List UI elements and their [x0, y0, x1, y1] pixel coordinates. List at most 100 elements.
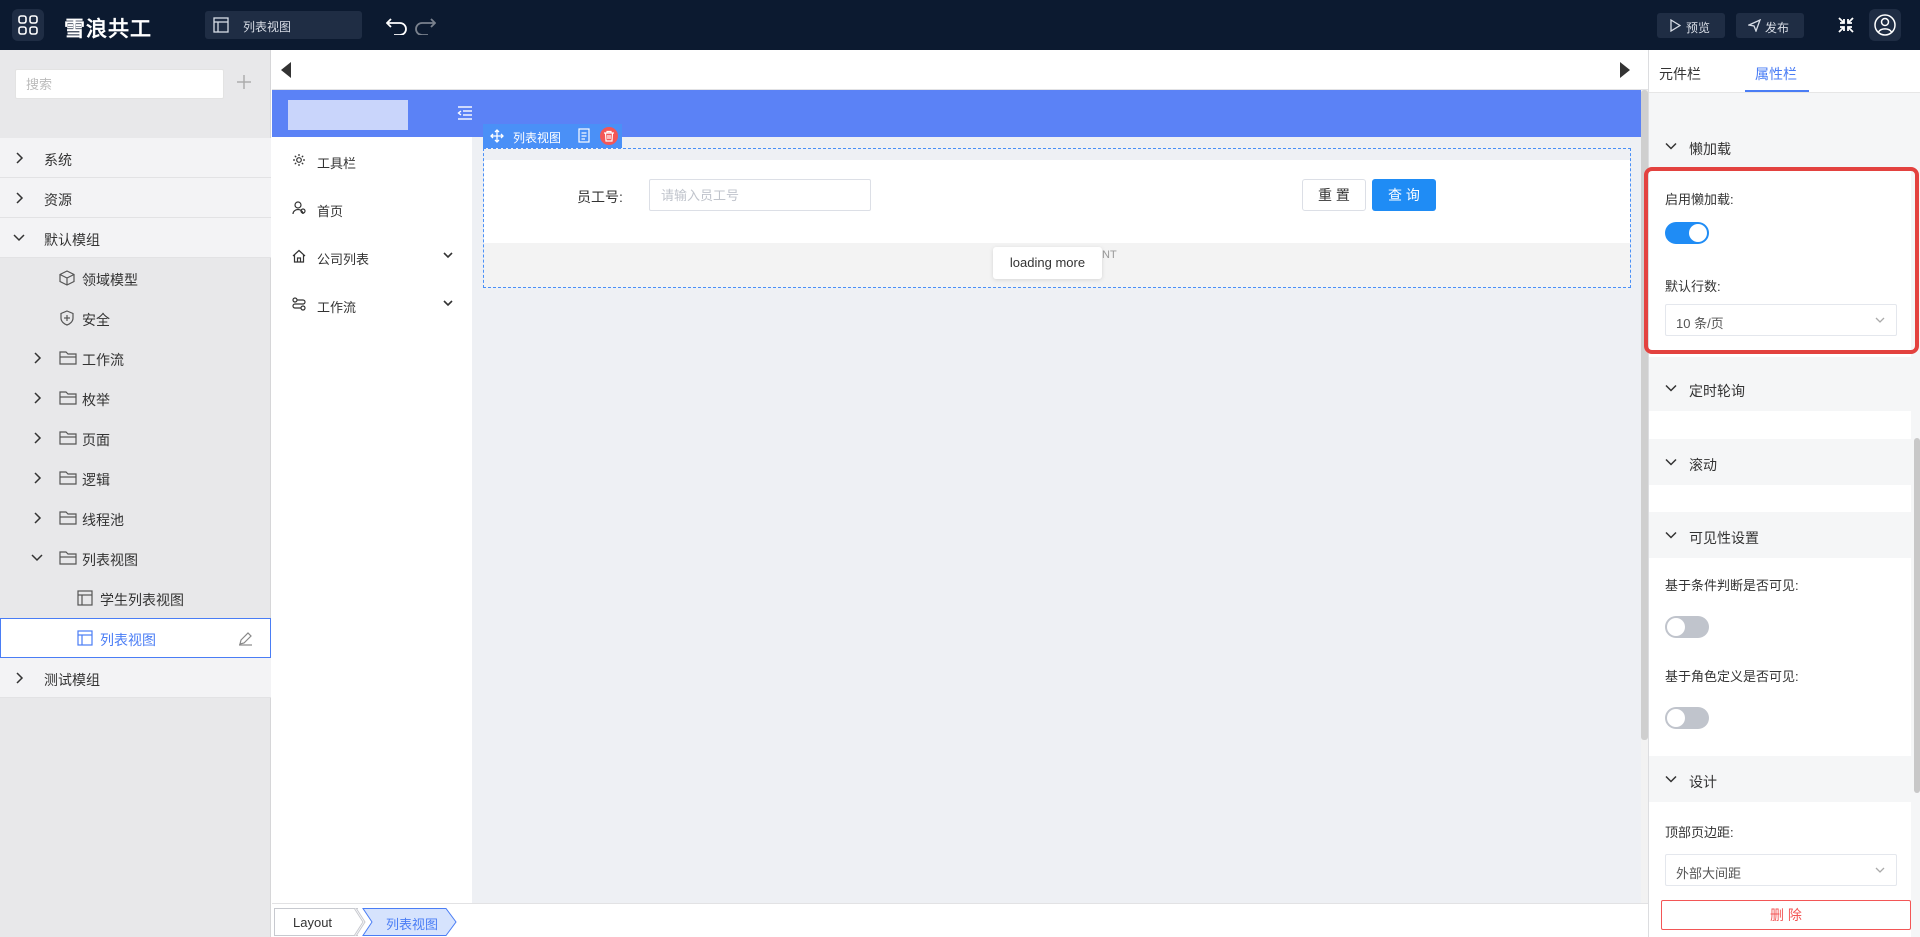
tree-item-student-list-view[interactable]: 学生列表视图: [0, 578, 271, 618]
folder-icon: [59, 351, 77, 365]
chevron-down-icon: [443, 252, 453, 259]
user-avatar-icon[interactable]: [1869, 9, 1901, 41]
top-margin-select[interactable]: 外部大间距: [1665, 854, 1897, 886]
tree-item-enum[interactable]: 枚举: [0, 378, 271, 418]
tree-item-label: 逻辑: [82, 472, 110, 488]
chevron-down-icon: [1665, 531, 1677, 539]
edit-icon[interactable]: [238, 631, 253, 646]
breadcrumb-item-layout[interactable]: Layout: [274, 908, 358, 936]
highlight-annotation: [1644, 167, 1919, 354]
section-title: 滚动: [1689, 457, 1717, 473]
module-tree: 系统 资源 默认模组 领域模型 安全 工作流 枚举 页面 逻辑 线程池 列表视图…: [0, 138, 271, 698]
section-scroll-header[interactable]: 滚动: [1649, 441, 1911, 485]
publish-button[interactable]: 发布: [1736, 13, 1804, 38]
chevron-right-icon: [34, 432, 42, 444]
tree-item-resources[interactable]: 资源: [0, 178, 271, 218]
delete-button[interactable]: 删 除: [1661, 900, 1911, 930]
nav-item-company-list[interactable]: 公司列表: [272, 233, 472, 281]
fullscreen-icon[interactable]: [1836, 15, 1856, 35]
chevron-right-icon: [34, 472, 42, 484]
tab-properties[interactable]: 属性栏: [1755, 64, 1797, 84]
delete-widget-icon[interactable]: [600, 127, 618, 145]
chevron-right-icon: [16, 192, 24, 204]
preview-label: 预览: [1686, 21, 1711, 35]
tree-item-thread-pool[interactable]: 线程池: [0, 498, 271, 538]
menu-fold-icon[interactable]: [457, 106, 473, 120]
user-group-icon: [292, 201, 306, 215]
top-bar: 雪浪共工 列表视图 预览 发布: [0, 0, 1920, 50]
document-tab[interactable]: 列表视图: [205, 11, 362, 39]
chevron-down-icon: [1665, 142, 1677, 150]
tree-item-domain-model[interactable]: 领域模型: [0, 258, 271, 298]
document-tab-label: 列表视图: [243, 20, 292, 34]
send-icon: [1748, 19, 1761, 32]
widget-name: 列表视图: [513, 131, 562, 145]
section-visibility-header[interactable]: 可见性设置: [1649, 514, 1911, 558]
tree-item-label: 默认模组: [44, 232, 100, 248]
tree-item-page[interactable]: 页面: [0, 418, 271, 458]
role-visible-toggle[interactable]: [1665, 707, 1709, 729]
folder-icon: [59, 431, 77, 445]
tree-item-default-module[interactable]: 默认模组: [0, 218, 271, 258]
selected-widget-outline[interactable]: [483, 148, 1631, 288]
design-body: 顶部页边距: 外部大间距: [1649, 802, 1911, 897]
nav-item-label: 公司列表: [317, 252, 370, 267]
chevron-down-icon: [1665, 775, 1677, 783]
tab-components[interactable]: 元件栏: [1659, 64, 1701, 84]
section-polling-header[interactable]: 定时轮询: [1649, 367, 1911, 411]
search-input[interactable]: [15, 69, 224, 99]
section-lazy-load-header[interactable]: 懒加载: [1649, 125, 1911, 169]
toggle-knob: [1667, 709, 1685, 727]
folder-icon: [59, 511, 77, 525]
breadcrumb-label: Layout: [293, 915, 333, 930]
tree-item-workflow[interactable]: 工作流: [0, 338, 271, 378]
tree-item-label: 测试模组: [44, 672, 100, 688]
breadcrumb: Layout 列表视图: [272, 903, 1648, 937]
shield-icon: [60, 310, 74, 326]
preview-button[interactable]: 预览: [1657, 13, 1725, 38]
tree-item-list-view-folder[interactable]: 列表视图: [0, 538, 271, 578]
section-design-header[interactable]: 设计: [1649, 758, 1911, 802]
redo-icon[interactable]: [414, 15, 436, 35]
nav-item-toolbar[interactable]: 工具栏: [272, 137, 472, 185]
tree-item-list-view[interactable]: 列表视图: [0, 618, 271, 658]
nav-item-home[interactable]: 首页: [272, 185, 472, 233]
tree-item-label: 安全: [82, 312, 110, 328]
property-panel-scrollbar[interactable]: [1914, 438, 1920, 793]
nav-item-label: 工作流: [317, 300, 357, 315]
breadcrumb-item-current[interactable]: 列表视图: [362, 908, 458, 936]
tree-item-test-module[interactable]: 测试模组: [0, 658, 271, 698]
nav-item-workflow[interactable]: 工作流: [272, 281, 472, 329]
app-title: 雪浪共工: [64, 18, 152, 41]
copy-icon[interactable]: [577, 128, 591, 143]
toggle-knob: [1667, 618, 1685, 636]
workflow-icon: [292, 297, 306, 311]
tree-item-security[interactable]: 安全: [0, 298, 271, 338]
layout-icon: [213, 17, 229, 33]
app-grid-icon[interactable]: [12, 9, 44, 41]
tree-item-label: 资源: [44, 192, 72, 208]
tree-item-label: 领域模型: [82, 272, 138, 288]
top-margin-label: 顶部页边距:: [1665, 825, 1734, 840]
top-margin-value: 外部大间距: [1676, 866, 1742, 881]
section-title: 设计: [1689, 774, 1717, 790]
breadcrumb-label: 列表视图: [386, 917, 439, 932]
tree-item-logic[interactable]: 逻辑: [0, 458, 271, 498]
chevron-right-icon: [34, 512, 42, 524]
section-title: 可见性设置: [1689, 530, 1759, 546]
collapse-left-icon[interactable]: [280, 61, 292, 79]
role-visible-label: 基于角色定义是否可见:: [1665, 669, 1799, 684]
undo-icon[interactable]: [386, 15, 408, 35]
widget-toolbar: 列表视图: [483, 124, 622, 148]
chevron-down-icon: [31, 554, 43, 562]
folder-icon: [59, 551, 77, 565]
add-icon[interactable]: [236, 74, 252, 90]
design-canvas[interactable]: 工具栏 首页 公司列表 工作流 员工号: 重 置 查 询 NT loading …: [272, 90, 1641, 903]
collapse-right-icon[interactable]: [1619, 61, 1631, 79]
move-icon[interactable]: [490, 129, 504, 143]
folder-icon: [59, 391, 77, 405]
condition-visible-toggle[interactable]: [1665, 616, 1709, 638]
tree-item-label: 线程池: [82, 512, 124, 528]
tree-item-system[interactable]: 系统: [0, 138, 271, 178]
section-title: 定时轮询: [1689, 383, 1745, 399]
